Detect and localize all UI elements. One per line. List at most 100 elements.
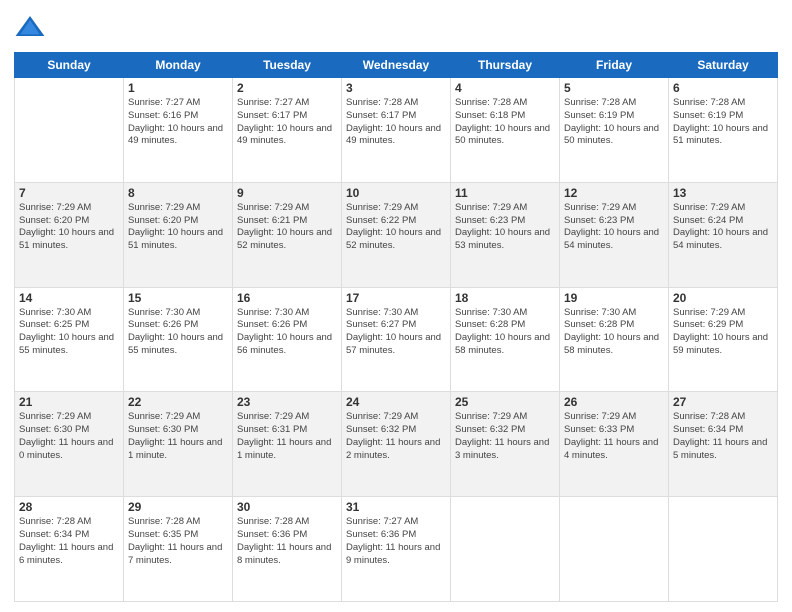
day-number: 1 xyxy=(128,81,228,95)
day-info: Sunrise: 7:28 AMSunset: 6:19 PMDaylight:… xyxy=(673,97,773,148)
calendar-week-row: 7 Sunrise: 7:29 AMSunset: 6:20 PMDaylight… xyxy=(15,182,778,287)
calendar-cell: 27Sunrise: 7:28 AMSunset: 6:34 PMDayligh… xyxy=(669,392,778,497)
day-number: 10 xyxy=(346,186,446,200)
day-number: 4 xyxy=(455,81,555,95)
weekday-header: Tuesday xyxy=(233,53,342,78)
calendar-week-row: 21 Sunrise: 7:29 AMSunset: 6:30 PMDayligh… xyxy=(15,392,778,497)
day-number: 14 xyxy=(19,291,119,305)
calendar-cell: 23Sunrise: 7:29 AMSunset: 6:31 PMDayligh… xyxy=(233,392,342,497)
day-number: 16 xyxy=(237,291,337,305)
calendar-cell: 28 Sunrise: 7:28 AMSunset: 6:34 PMDayligh… xyxy=(15,497,124,602)
day-info: Sunrise: 7:28 AMSunset: 6:18 PMDaylight:… xyxy=(455,97,555,148)
calendar-cell: 14 Sunrise: 7:30 AMSunset: 6:25 PMDayligh… xyxy=(15,287,124,392)
weekday-header: Saturday xyxy=(669,53,778,78)
day-number: 29 xyxy=(128,500,228,514)
day-number: 3 xyxy=(346,81,446,95)
calendar-cell: 29 Sunrise: 7:28 AMSunset: 6:35 PMDayligh… xyxy=(124,497,233,602)
day-info: Sunrise: 7:28 AMSunset: 6:34 PMDaylight:… xyxy=(673,411,773,462)
weekday-header: Monday xyxy=(124,53,233,78)
weekday-header: Sunday xyxy=(15,53,124,78)
day-number: 30 xyxy=(237,500,337,514)
day-info: Sunrise: 7:29 AMSunset: 6:31 PMDaylight:… xyxy=(237,411,337,462)
calendar-cell: 12 Sunrise: 7:29 AMSunset: 6:23 PMDayligh… xyxy=(560,182,669,287)
calendar-cell: 31 Sunrise: 7:27 AMSunset: 6:36 PMDayligh… xyxy=(342,497,451,602)
day-info: Sunrise: 7:29 AMSunset: 6:30 PMDaylight:… xyxy=(128,411,228,462)
day-info: Sunrise: 7:30 AMSunset: 6:27 PMDaylight:… xyxy=(346,307,446,358)
calendar-cell xyxy=(451,497,560,602)
day-info: Sunrise: 7:30 AMSunset: 6:25 PMDaylight:… xyxy=(19,307,119,358)
calendar-cell: 25 Sunrise: 7:29 AMSunset: 6:32 PMDayligh… xyxy=(451,392,560,497)
day-info: Sunrise: 7:29 AMSunset: 6:21 PMDaylight:… xyxy=(237,202,337,253)
calendar-cell: 11 Sunrise: 7:29 AMSunset: 6:23 PMDayligh… xyxy=(451,182,560,287)
day-info: Sunrise: 7:29 AMSunset: 6:32 PMDaylight:… xyxy=(455,411,555,462)
day-number: 21 xyxy=(19,395,119,409)
day-number: 12 xyxy=(564,186,664,200)
calendar-cell: 17 Sunrise: 7:30 AMSunset: 6:27 PMDayligh… xyxy=(342,287,451,392)
calendar-week-row: 1 Sunrise: 7:27 AMSunset: 6:16 PMDaylight… xyxy=(15,78,778,183)
day-info: Sunrise: 7:30 AMSunset: 6:26 PMDaylight:… xyxy=(128,307,228,358)
calendar-week-row: 14 Sunrise: 7:30 AMSunset: 6:25 PMDayligh… xyxy=(15,287,778,392)
calendar-cell: 20 Sunrise: 7:29 AMSunset: 6:29 PMDayligh… xyxy=(669,287,778,392)
calendar-cell: 19Sunrise: 7:30 AMSunset: 6:28 PMDayligh… xyxy=(560,287,669,392)
calendar-cell: 3Sunrise: 7:28 AMSunset: 6:17 PMDaylight… xyxy=(342,78,451,183)
day-info: Sunrise: 7:29 AMSunset: 6:20 PMDaylight:… xyxy=(128,202,228,253)
day-info: Sunrise: 7:27 AMSunset: 6:36 PMDaylight:… xyxy=(346,516,446,567)
logo xyxy=(14,12,50,44)
calendar-cell: 8 Sunrise: 7:29 AMSunset: 6:20 PMDaylight… xyxy=(124,182,233,287)
calendar-cell: 22 Sunrise: 7:29 AMSunset: 6:30 PMDayligh… xyxy=(124,392,233,497)
day-number: 8 xyxy=(128,186,228,200)
calendar-cell: 24 Sunrise: 7:29 AMSunset: 6:32 PMDayligh… xyxy=(342,392,451,497)
day-number: 18 xyxy=(455,291,555,305)
weekday-header: Thursday xyxy=(451,53,560,78)
day-number: 19 xyxy=(564,291,664,305)
day-info: Sunrise: 7:28 AMSunset: 6:34 PMDaylight:… xyxy=(19,516,119,567)
calendar-cell: 5Sunrise: 7:28 AMSunset: 6:19 PMDaylight… xyxy=(560,78,669,183)
day-number: 17 xyxy=(346,291,446,305)
day-number: 22 xyxy=(128,395,228,409)
day-number: 28 xyxy=(19,500,119,514)
header xyxy=(14,12,778,44)
calendar-cell: 15 Sunrise: 7:30 AMSunset: 6:26 PMDayligh… xyxy=(124,287,233,392)
day-number: 6 xyxy=(673,81,773,95)
calendar-cell: 7Sunrise: 7:29 AMSunset: 6:20 PMDaylight… xyxy=(15,182,124,287)
day-info: Sunrise: 7:29 AMSunset: 6:22 PMDaylight:… xyxy=(346,202,446,253)
day-number: 15 xyxy=(128,291,228,305)
weekday-header: Friday xyxy=(560,53,669,78)
day-info: Sunrise: 7:27 AMSunset: 6:16 PMDaylight:… xyxy=(128,97,228,148)
day-number: 31 xyxy=(346,500,446,514)
day-number: 25 xyxy=(455,395,555,409)
header-row: SundayMondayTuesdayWednesdayThursdayFrid… xyxy=(15,53,778,78)
calendar-cell: 30 Sunrise: 7:28 AMSunset: 6:36 PMDayligh… xyxy=(233,497,342,602)
day-info: Sunrise: 7:29 AMSunset: 6:33 PMDaylight:… xyxy=(564,411,664,462)
day-number: 13 xyxy=(673,186,773,200)
weekday-header: Wednesday xyxy=(342,53,451,78)
day-info: Sunrise: 7:30 AMSunset: 6:26 PMDaylight:… xyxy=(237,307,337,358)
day-info: Sunrise: 7:28 AMSunset: 6:35 PMDaylight:… xyxy=(128,516,228,567)
day-number: 9 xyxy=(237,186,337,200)
day-number: 20 xyxy=(673,291,773,305)
day-info: Sunrise: 7:29 AMSunset: 6:29 PMDaylight:… xyxy=(673,307,773,358)
day-number: 11 xyxy=(455,186,555,200)
calendar-cell xyxy=(15,78,124,183)
calendar-cell: 4 Sunrise: 7:28 AMSunset: 6:18 PMDaylight… xyxy=(451,78,560,183)
page: SundayMondayTuesdayWednesdayThursdayFrid… xyxy=(0,0,792,612)
day-info: Sunrise: 7:29 AMSunset: 6:32 PMDaylight:… xyxy=(346,411,446,462)
calendar-cell: 13 Sunrise: 7:29 AMSunset: 6:24 PMDayligh… xyxy=(669,182,778,287)
day-number: 24 xyxy=(346,395,446,409)
day-info: Sunrise: 7:28 AMSunset: 6:36 PMDaylight:… xyxy=(237,516,337,567)
calendar-cell: 26 Sunrise: 7:29 AMSunset: 6:33 PMDayligh… xyxy=(560,392,669,497)
day-info: Sunrise: 7:30 AMSunset: 6:28 PMDaylight:… xyxy=(455,307,555,358)
day-info: Sunrise: 7:29 AMSunset: 6:23 PMDaylight:… xyxy=(455,202,555,253)
calendar-table: SundayMondayTuesdayWednesdayThursdayFrid… xyxy=(14,52,778,602)
calendar-cell: 18 Sunrise: 7:30 AMSunset: 6:28 PMDayligh… xyxy=(451,287,560,392)
calendar-cell: 16 Sunrise: 7:30 AMSunset: 6:26 PMDayligh… xyxy=(233,287,342,392)
calendar-cell: 10 Sunrise: 7:29 AMSunset: 6:22 PMDayligh… xyxy=(342,182,451,287)
day-info: Sunrise: 7:29 AMSunset: 6:23 PMDaylight:… xyxy=(564,202,664,253)
day-number: 26 xyxy=(564,395,664,409)
calendar-cell xyxy=(669,497,778,602)
day-info: Sunrise: 7:29 AMSunset: 6:24 PMDaylight:… xyxy=(673,202,773,253)
day-number: 7 xyxy=(19,186,119,200)
day-number: 5 xyxy=(564,81,664,95)
calendar-week-row: 28 Sunrise: 7:28 AMSunset: 6:34 PMDayligh… xyxy=(15,497,778,602)
logo-icon xyxy=(14,12,46,44)
